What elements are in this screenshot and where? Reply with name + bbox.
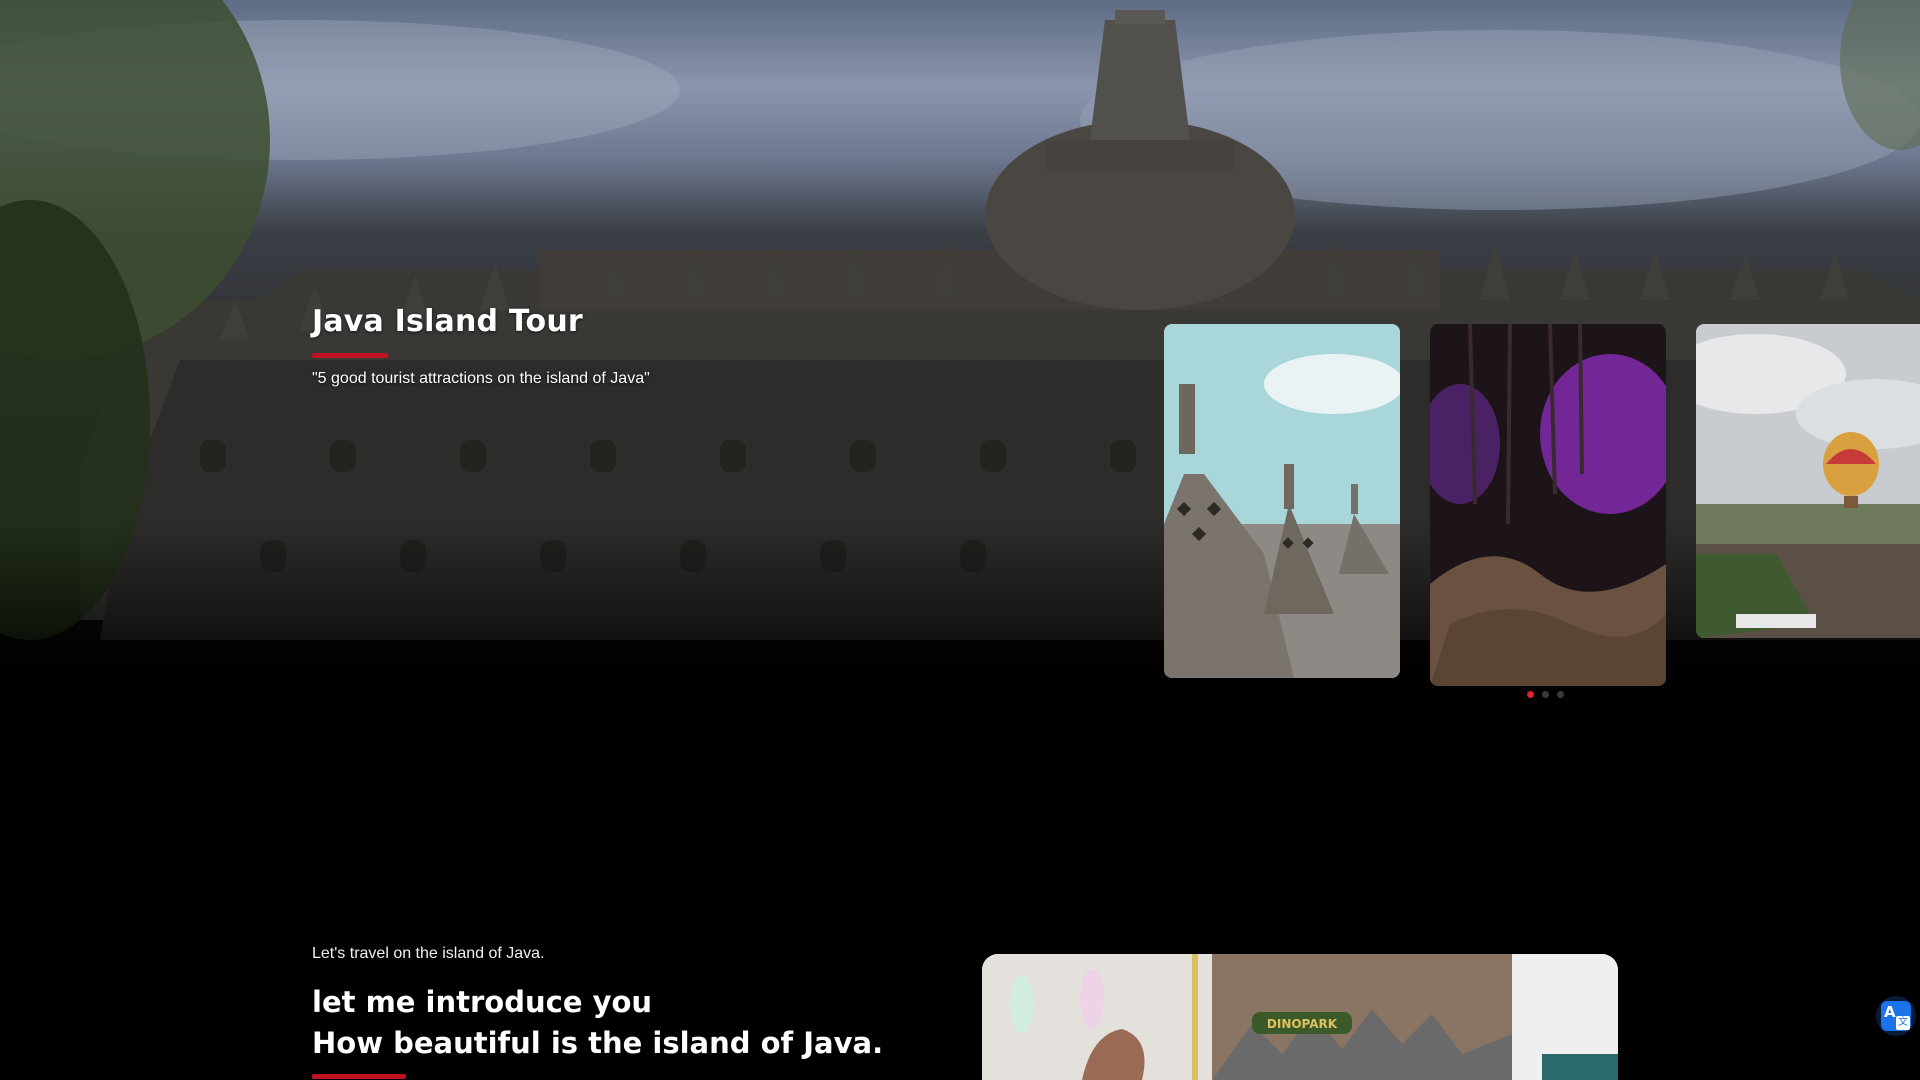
translate-icon: A 文 <box>1881 1001 1911 1031</box>
hero-title: Java Island Tour <box>312 304 583 339</box>
carousel-dot-3[interactable] <box>1557 691 1564 698</box>
translate-button[interactable]: A 文 <box>1876 996 1916 1036</box>
intro-section: Let's travel on the island of Java. let … <box>312 945 952 1079</box>
title-underline-bar <box>312 353 388 358</box>
borobudur-stupas-image <box>1164 324 1400 678</box>
purple-lit-cave-image <box>1430 324 1666 686</box>
hero-subtitle: "5 good tourist attractions on the islan… <box>312 370 650 387</box>
carousel-card[interactable] <box>1430 324 1666 686</box>
heading-underline-bar <box>312 1074 406 1079</box>
hot-air-balloon-hill-image <box>1696 324 1920 638</box>
intro-image: DINOPARK <box>982 954 1618 1080</box>
intro-kicker: Let's travel on the island of Java. <box>312 945 545 962</box>
dinosaur-park-entrance-image: DINOPARK <box>982 954 1618 1080</box>
carousel-dot-1[interactable] <box>1527 691 1534 698</box>
svg-text:DINOPARK: DINOPARK <box>1267 1017 1338 1031</box>
intro-heading-line2: How beautiful is the island of Java. <box>312 1026 884 1060</box>
hero-text-block: Java Island Tour "5 good tourist attract… <box>312 304 912 388</box>
intro-heading-line1: let me introduce you <box>312 985 653 1019</box>
carousel-card[interactable] <box>1696 324 1920 638</box>
carousel-dot-2[interactable] <box>1542 691 1549 698</box>
attractions-carousel[interactable] <box>1164 324 1920 704</box>
carousel-card[interactable] <box>1164 324 1400 678</box>
carousel-pagination <box>1527 691 1564 698</box>
intro-heading: let me introduce you How beautiful is th… <box>312 982 952 1064</box>
